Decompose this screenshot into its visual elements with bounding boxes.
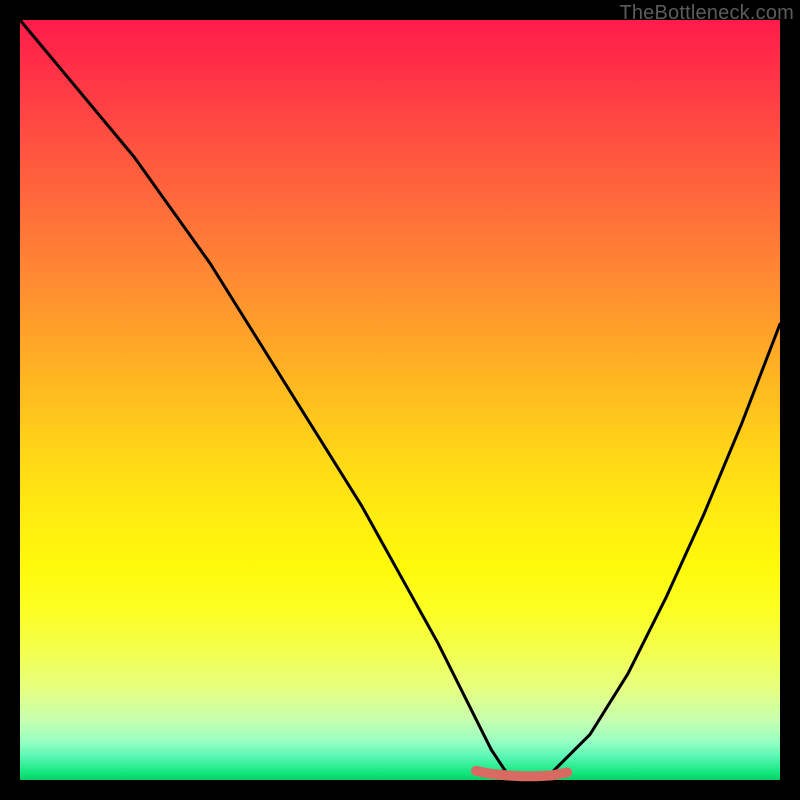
plot-area xyxy=(20,20,780,780)
watermark-text: TheBottleneck.com xyxy=(619,2,794,25)
curve-layer xyxy=(20,20,780,780)
optimal-flat-highlight xyxy=(476,771,567,776)
chart-frame: TheBottleneck.com xyxy=(0,0,800,800)
bottleneck-curve xyxy=(20,20,780,780)
